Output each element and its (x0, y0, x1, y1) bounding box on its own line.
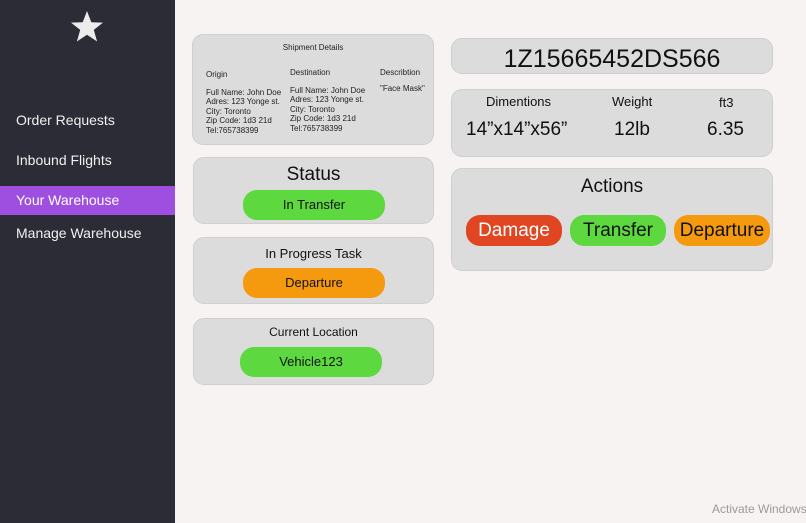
actions-card: Actions Damage Transfer Departure (451, 168, 773, 271)
dimensions-value: 14”x14”x56” (466, 119, 568, 140)
status-badge[interactable]: In Transfer (243, 190, 385, 220)
destination-header: Destination (290, 68, 331, 77)
weight-value: 12lb (614, 119, 650, 140)
volume-value: 6.35 (707, 119, 744, 140)
tracking-number: 1Z15665452DS566 (503, 45, 721, 73)
shipment-details-title: Shipment Details (282, 43, 344, 52)
destination-address: Adres: 123 Yonge st. (290, 95, 364, 104)
sidebar-item-order-requests[interactable]: Order Requests (0, 106, 175, 135)
sidebar-item-your-warehouse[interactable]: Your Warehouse (0, 186, 175, 215)
description-value: "Face Mask" (380, 83, 425, 93)
tracking-number-card: 1Z15665452DS566 (451, 38, 773, 74)
damage-button[interactable]: Damage (466, 215, 562, 246)
origin-address: Adres: 123 Yonge st. (206, 97, 280, 106)
status-card: Status In Transfer (193, 157, 434, 224)
origin-column: Origin Full Name: John Doe Adres: 123 Yo… (206, 70, 281, 135)
dimensions-header: Dimentions (486, 94, 552, 109)
current-location-badge[interactable]: Vehicle123 (240, 347, 382, 377)
origin-full-name: Full Name: John Doe (206, 87, 282, 97)
volume-header: ft3 (719, 95, 734, 110)
weight-header: Weight (612, 94, 653, 109)
origin-tel: Tel:765738399 (206, 125, 259, 135)
sidebar-item-manage-warehouse[interactable]: Manage Warehouse (0, 219, 175, 248)
departure-button[interactable]: Departure (674, 215, 770, 246)
description-column: Describtion "Face Mask" (380, 68, 425, 93)
origin-city: City: Toronto (206, 106, 251, 116)
origin-zip: Zip Code: 1d3 21d (206, 116, 272, 125)
description-header: Describtion (380, 68, 421, 77)
destination-column: Destination Full Name: John Doe Adres: 1… (290, 68, 365, 133)
in-progress-task-card: In Progress Task Departure (193, 237, 434, 304)
destination-city: City: Toronto (290, 104, 335, 114)
destination-zip: Zip Code: 1d3 21d (290, 114, 356, 123)
origin-header: Origin (206, 70, 228, 79)
current-location-title: Current Location (269, 325, 358, 339)
sidebar-item-inbound-flights[interactable]: Inbound Flights (0, 146, 175, 175)
destination-tel: Tel:765738399 (290, 123, 343, 133)
destination-full-name: Full Name: John Doe (290, 85, 366, 95)
transfer-button[interactable]: Transfer (570, 215, 666, 246)
star-logo-icon[interactable] (70, 10, 104, 44)
actions-title: Actions (580, 176, 644, 197)
in-progress-task-badge[interactable]: Departure (243, 268, 385, 298)
dimensions-card: Dimentions Weight ft3 14”x14”x56” 12lb 6… (451, 89, 773, 157)
activate-windows-watermark: Activate Windows (712, 502, 806, 516)
sidebar: Order Requests Inbound Flights Your Ware… (0, 0, 175, 523)
shipment-details-card: Shipment Details Origin Full Name: John … (192, 34, 434, 145)
status-title: Status (286, 164, 341, 185)
in-progress-task-title: In Progress Task (265, 246, 362, 261)
current-location-card: Current Location Vehicle123 (193, 318, 434, 385)
